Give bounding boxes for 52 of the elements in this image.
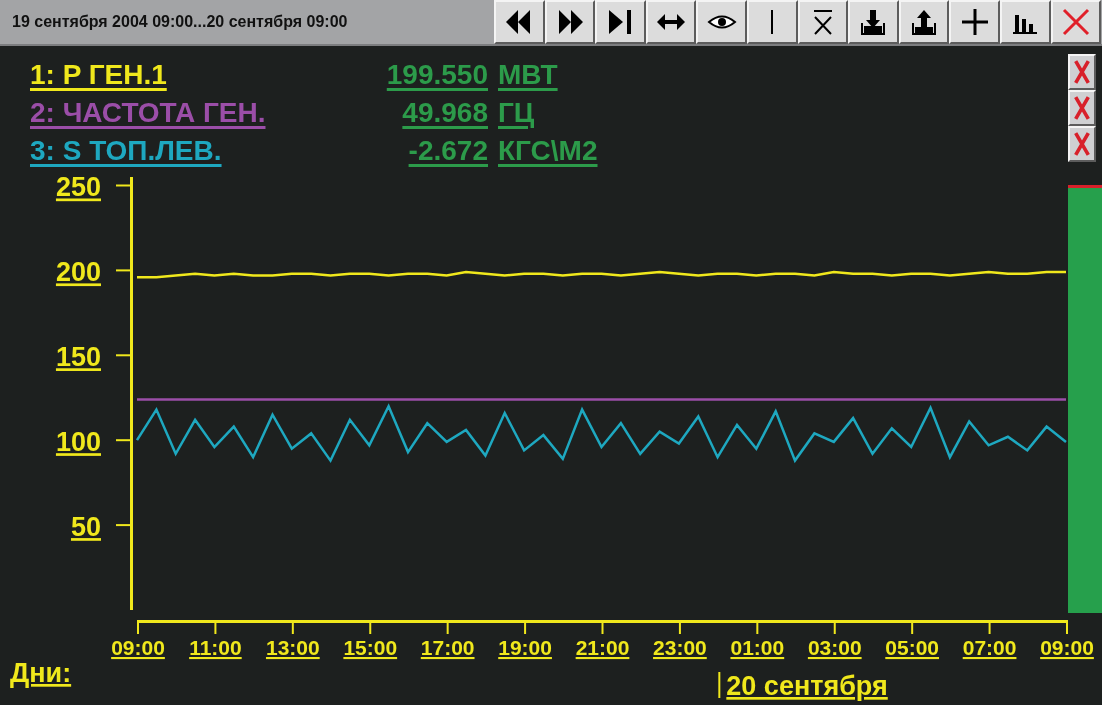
vertical-line-icon: [771, 10, 774, 34]
y-tick-label: 50: [70, 512, 101, 543]
series-value: -2.672: [408, 134, 488, 168]
remove-series-button[interactable]: [1068, 90, 1096, 126]
toolbar-button[interactable]: [898, 0, 950, 44]
x-tick-label: 19:00: [498, 636, 552, 659]
x-tick-label: 13:00: [265, 636, 320, 659]
series-unit: ГЦ: [498, 96, 535, 130]
remove-series-button[interactable]: [1068, 54, 1096, 90]
close-icon: [1060, 7, 1091, 37]
series-value: 49.968: [402, 96, 488, 130]
x-tick-label: 01:00: [730, 636, 785, 659]
x-tick-label: 05:00: [885, 636, 940, 659]
series-label: 2: ЧАСТОТА ГЕН.: [30, 96, 266, 130]
toolbar-button[interactable]: [949, 0, 1000, 44]
x-tick-label: 09:00: [1040, 636, 1094, 659]
remove-series-button[interactable]: [1068, 126, 1096, 162]
y-tick-label: 100: [55, 427, 101, 458]
series-value: 199.550: [386, 58, 488, 92]
toolbar-button[interactable]: [645, 0, 697, 44]
y-tick-label: 250: [55, 172, 101, 203]
x-tick-label: 23:00: [653, 636, 707, 659]
series-unit: МВТ: [498, 58, 558, 92]
x-tick-label: 17:00: [420, 636, 475, 659]
time-range-title: 19 сентября 2004 09:00...20 сентября 09:00: [11, 12, 349, 32]
series-label: 1: P ГЕН.1: [30, 58, 167, 92]
x-tick-label: 15:00: [343, 636, 398, 659]
toolbar-button[interactable]: [494, 0, 545, 44]
y-tick-label: 150: [55, 342, 101, 373]
toolbar-button[interactable]: [544, 0, 596, 44]
close-button[interactable]: [1050, 0, 1102, 44]
toolbar-button[interactable]: [999, 0, 1051, 44]
x-tick-label: 07:00: [962, 636, 1017, 659]
plus-icon: [959, 7, 990, 37]
toolbar-button[interactable]: [746, 0, 798, 44]
toolbar-button[interactable]: [595, 0, 646, 44]
toolbar-button[interactable]: [797, 0, 849, 44]
x-tick-label: 11:00: [189, 636, 242, 659]
x-axis-label: Дни:: [10, 658, 72, 688]
x-icon: [1073, 94, 1091, 122]
series-unit: КГС\М2: [498, 134, 598, 168]
x-tick-label: 03:00: [807, 636, 862, 659]
y-tick-label: 200: [55, 257, 101, 288]
toolbar-button[interactable]: [848, 0, 899, 44]
x-icon: [1073, 58, 1091, 86]
x-tick-label: 21:00: [575, 636, 630, 659]
toolbar-button[interactable]: [696, 0, 747, 44]
x-icon: [1073, 130, 1091, 158]
x-tick-label: 09:00: [111, 636, 165, 659]
divider-mark: [718, 672, 721, 698]
date-label: 20 сентября: [726, 671, 888, 701]
series-label: 3: S ТОП.ЛЕВ.: [30, 134, 222, 168]
